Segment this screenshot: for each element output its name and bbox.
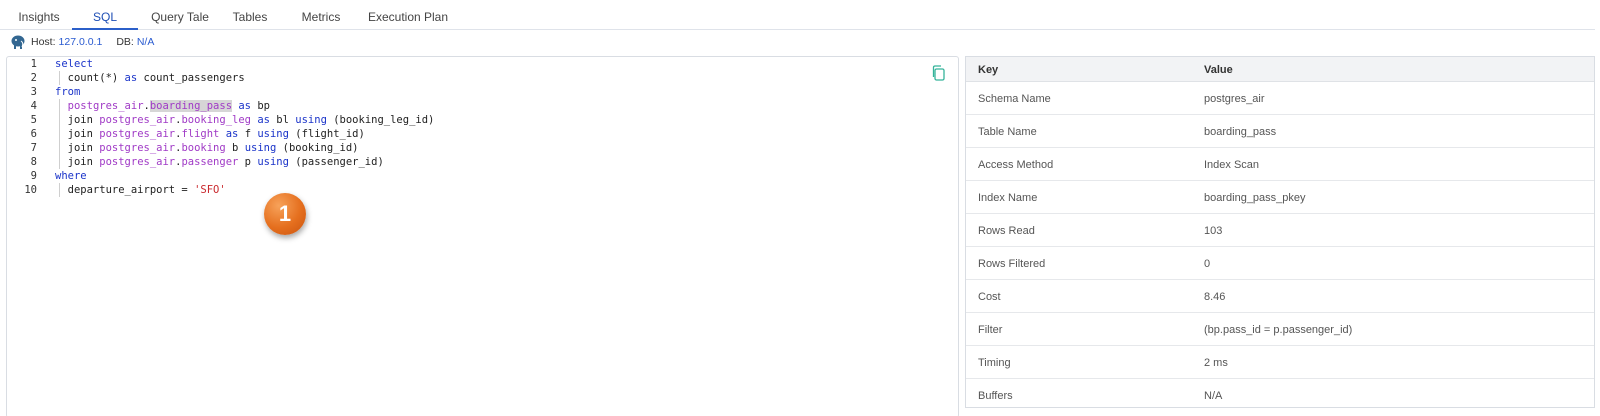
host-value: 127.0.0.1 [58, 36, 103, 48]
postgres-elephant-icon [11, 35, 25, 49]
line-number: 8 [30, 156, 37, 168]
key-cell: Table Name [978, 126, 1037, 138]
value-cell: 103 [1204, 225, 1223, 237]
step-badge-1: 1 [264, 193, 306, 235]
key-cell: Filter [978, 324, 1003, 336]
copy-icon[interactable] [931, 65, 945, 81]
plan-details-table: Key Value Schema Name postgres_air Table … [965, 56, 1595, 408]
key-cell: Index Name [978, 192, 1038, 204]
line-number: 3 [30, 86, 37, 98]
tab-query-tale[interactable]: Query Tale [142, 0, 218, 30]
value-cell: postgres_air [1204, 93, 1265, 105]
tab-metrics[interactable]: Metrics [290, 0, 352, 30]
value-cell: Index Scan [1204, 159, 1260, 171]
line-number: 10 [24, 184, 37, 196]
key-cell: Cost [978, 291, 1001, 303]
key-cell: Access Method [978, 159, 1054, 171]
key-cell: Timing [978, 357, 1011, 369]
table-row: Schema Name postgres_air [966, 82, 1594, 115]
connection-info: Host: 127.0.0.1 DB: N/A [10, 33, 168, 51]
line-number: 4 [30, 100, 37, 112]
value-cell: 8.46 [1204, 291, 1226, 303]
value-cell: 0 [1204, 258, 1211, 270]
db-value: N/A [136, 36, 155, 48]
value-cell: N/A [1204, 390, 1223, 402]
value-cell: boarding_pass [1204, 126, 1277, 138]
db-label: DB: [116, 36, 134, 48]
table-row: Buffers N/A [966, 379, 1594, 412]
key-cell: Schema Name [978, 93, 1051, 105]
value-column-header: Value [1204, 64, 1233, 76]
table-row: Rows Read 103 [966, 214, 1594, 247]
tab-insights[interactable]: Insights [8, 0, 70, 30]
line-number: 9 [30, 170, 37, 182]
value-cell: (bp.pass_id = p.passenger_id) [1204, 324, 1353, 336]
line-number: 2 [30, 72, 37, 84]
table-row: Filter (bp.pass_id = p.passenger_id) [966, 313, 1594, 346]
tab-sql[interactable]: SQL [72, 0, 138, 30]
line-number: 6 [30, 128, 37, 140]
value-cell: boarding_pass_pkey [1204, 192, 1306, 204]
table-row: Cost 8.46 [966, 280, 1594, 313]
table-row: Timing 2 ms [966, 346, 1594, 379]
key-cell: Rows Filtered [978, 258, 1046, 270]
table-row: Access Method Index Scan [966, 148, 1594, 181]
table-row: Index Name boarding_pass_pkey [966, 181, 1594, 214]
line-number: 7 [30, 142, 37, 154]
sql-editor[interactable]: 1 select 2 count(*) as count_passengers 3… [6, 56, 959, 416]
table-header: Key Value [966, 57, 1594, 82]
value-cell: 2 ms [1204, 357, 1228, 369]
tab-execution-plan[interactable]: Execution Plan [362, 0, 454, 30]
table-row: Rows Filtered 0 [966, 247, 1594, 280]
line-number: 5 [30, 114, 37, 126]
key-cell: Rows Read [978, 225, 1035, 237]
tab-bar: Insights SQL Query Tale Tables Metrics E… [0, 0, 1595, 30]
tab-tables[interactable]: Tables [222, 0, 278, 30]
host-label: Host: [31, 36, 56, 48]
line-number: 1 [30, 58, 37, 70]
key-cell: Buffers [978, 390, 1013, 402]
key-column-header: Key [978, 64, 999, 76]
table-row: Table Name boarding_pass [966, 115, 1594, 148]
